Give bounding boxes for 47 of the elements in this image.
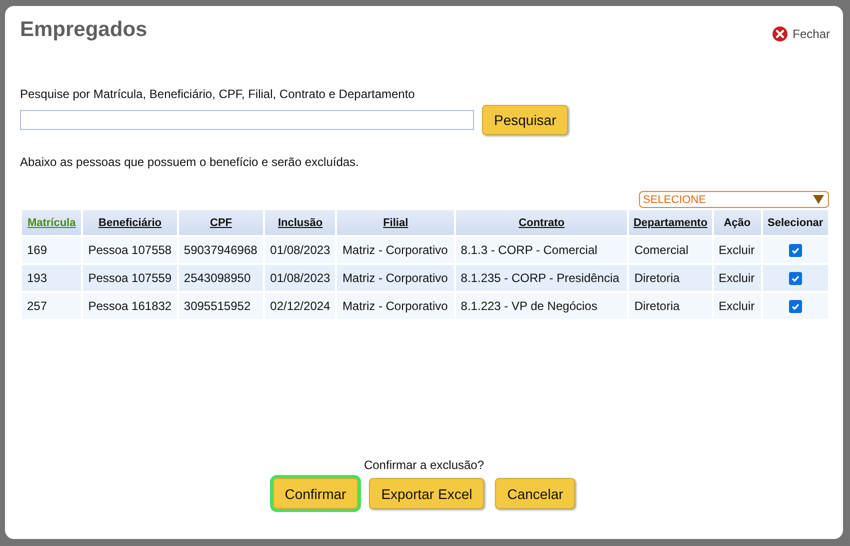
table-cell: Pessoa 107559: [83, 265, 177, 291]
table-cell: 193: [22, 265, 82, 291]
select-checkbox[interactable]: [788, 300, 802, 314]
confirm-question: Confirmar a exclusão?: [362, 458, 486, 472]
table-cell: 02/12/2024: [265, 293, 336, 319]
column-header-link[interactable]: Departamento: [629, 210, 712, 235]
delete-link[interactable]: Excluir: [714, 237, 761, 263]
close-button[interactable]: Fechar: [772, 26, 830, 42]
dialog-button[interactable]: Confirmar: [272, 478, 358, 509]
table-cell: 3095515952: [178, 293, 264, 319]
table-cell: Comercial: [629, 237, 712, 263]
column-header-link[interactable]: Contrato: [456, 210, 628, 235]
info-text: Abaixo as pessoas que possuem o benefício e serão excluídas.: [20, 155, 360, 169]
delete-link[interactable]: Excluir: [714, 265, 761, 291]
table-cell: 8.1.3 - CORP - Comercial: [456, 237, 628, 263]
table-cell: Diretoria: [629, 265, 712, 291]
table-cell: 8.1.235 - CORP - Presidência: [456, 265, 628, 291]
table-cell: Matriz - Corporativo: [337, 265, 454, 291]
column-header-link[interactable]: Filial: [337, 210, 454, 235]
table-cell: Matriz - Corporativo: [337, 237, 454, 263]
table-cell: Matriz - Corporativo: [337, 293, 454, 319]
close-icon: [772, 26, 788, 42]
delete-link[interactable]: Excluir: [714, 293, 761, 319]
table-cell: Diretoria: [629, 293, 712, 319]
table-cell: Pessoa 107558: [83, 237, 177, 263]
table-cell: 257: [22, 293, 82, 319]
column-header-link[interactable]: CPF: [178, 210, 264, 235]
table-cell: 2543098950: [178, 265, 264, 291]
column-header-link[interactable]: Beneficiário: [83, 210, 177, 235]
search-label: Pesquise por Matrícula, Beneficiário, CPF, Filial, Contrato e Departamento: [20, 87, 416, 101]
table-cell: 8.1.223 - VP de Negócios: [456, 293, 628, 319]
search-field[interactable]: [20, 110, 474, 130]
dialog-button[interactable]: Cancelar: [495, 478, 576, 509]
table-cell: 59037946968: [178, 237, 264, 263]
dialog-button[interactable]: Exportar Excel: [369, 478, 484, 509]
table-cell: 01/08/2023: [265, 265, 336, 291]
column-header: Ação: [714, 210, 761, 235]
table-cell: Pessoa 161832: [83, 293, 177, 319]
dialog-title: Empregados: [20, 18, 148, 42]
dropdown-caret-icon: [813, 195, 824, 204]
select-checkbox[interactable]: [788, 272, 802, 286]
search-button[interactable]: Pesquisar: [482, 105, 568, 135]
table-cell: 01/08/2023: [265, 237, 336, 263]
column-header-link[interactable]: Inclusão: [265, 210, 336, 235]
column-header: Selecionar: [762, 210, 828, 235]
table-cell: 169: [22, 237, 82, 263]
select-checkbox[interactable]: [788, 244, 802, 258]
